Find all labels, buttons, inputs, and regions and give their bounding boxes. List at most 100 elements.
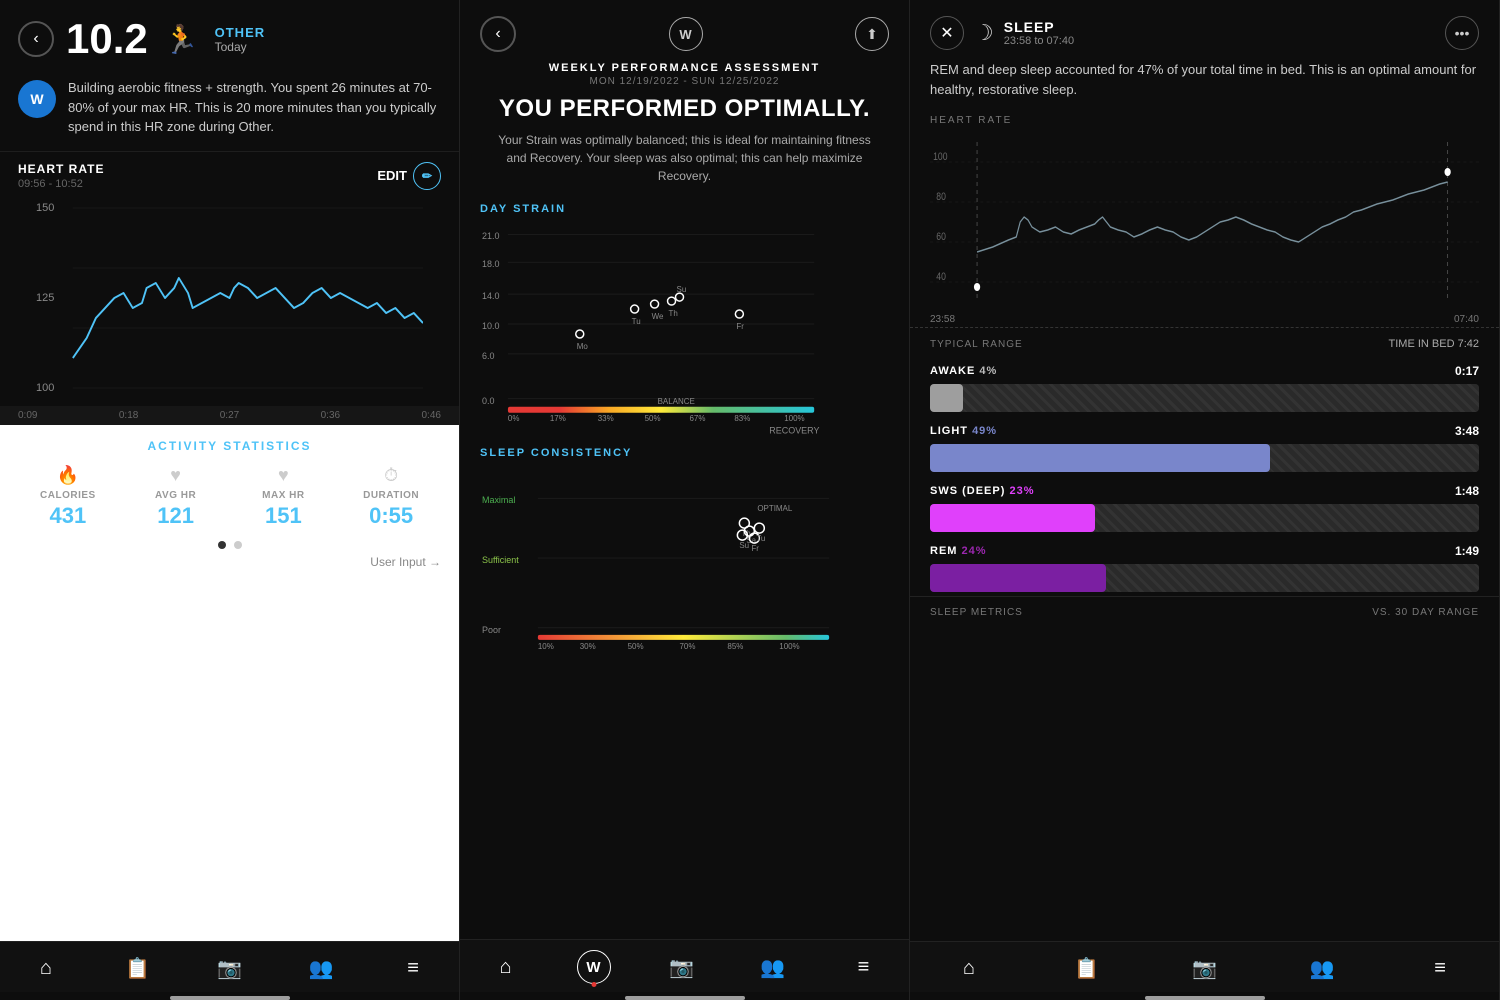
edit-button[interactable]: EDIT ✏ bbox=[377, 162, 441, 190]
activity-info: OTHER Today bbox=[215, 25, 266, 54]
time-in-bed-value: 7:42 bbox=[1458, 338, 1479, 350]
svg-text:14.0: 14.0 bbox=[482, 291, 499, 301]
awake-duration: 0:17 bbox=[1455, 364, 1479, 378]
svg-text:Tu: Tu bbox=[756, 534, 765, 543]
light-bar-hatched bbox=[1270, 444, 1479, 472]
sleep-consistency-label: SLEEP CONSISTENCY bbox=[460, 439, 909, 463]
user-input[interactable]: User Input → bbox=[18, 555, 441, 569]
svg-text:33%: 33% bbox=[598, 414, 614, 423]
max-hr-icon: ♥ bbox=[234, 465, 334, 486]
home-indicator-1 bbox=[170, 996, 290, 1000]
carousel-dots bbox=[18, 541, 441, 549]
weekly-date: MON 12/19/2022 - SUN 12/25/2022 bbox=[480, 76, 889, 87]
duration-label: DURATION bbox=[341, 490, 441, 501]
svg-text:50%: 50% bbox=[628, 642, 644, 651]
svg-text:30%: 30% bbox=[580, 642, 596, 651]
duration-icon: ⏱ bbox=[341, 465, 441, 486]
calories-stat: 🔥 CALORIES 431 bbox=[18, 465, 118, 529]
time-3: 0:36 bbox=[321, 410, 340, 421]
svg-text:Sufficient: Sufficient bbox=[482, 555, 519, 565]
share-button[interactable]: ⬆ bbox=[855, 17, 889, 51]
bottom-nav-1: ⌂ 📋 📷 👥 ≡ bbox=[0, 941, 459, 992]
nav-menu-3[interactable]: ≡ bbox=[1420, 952, 1460, 984]
weekly-desc: Your Strain was optimally balanced; this… bbox=[480, 131, 889, 185]
sleep-hr-chart: 100 80 60 40 bbox=[930, 132, 1479, 312]
svg-text:Fr: Fr bbox=[751, 544, 759, 553]
nav-clipboard-1[interactable]: 📋 bbox=[118, 952, 158, 984]
sleep-title: SLEEP bbox=[1004, 19, 1435, 35]
nav-home-2[interactable]: ⌂ bbox=[486, 951, 526, 983]
close-button[interactable]: ✕ bbox=[930, 16, 964, 50]
home-indicator-2 bbox=[625, 996, 745, 1000]
sleep-time: 23:58 to 07:40 bbox=[1004, 35, 1435, 47]
nav-people-1[interactable]: 👥 bbox=[301, 952, 341, 984]
sleep-metrics-header: SLEEP METRICS VS. 30 DAY RANGE bbox=[910, 596, 1499, 622]
sleep-consistency-chart: Maximal Sufficient Poor 10% 30% 50% bbox=[460, 463, 909, 683]
light-stage: LIGHT 49% 3:48 bbox=[910, 416, 1499, 476]
nav-home-3[interactable]: ⌂ bbox=[949, 952, 989, 984]
awake-bar-hatched bbox=[963, 384, 1479, 412]
nav-menu-2[interactable]: ≡ bbox=[844, 951, 884, 983]
sws-pct: 23% bbox=[1009, 485, 1034, 497]
awake-pct: 4% bbox=[979, 365, 997, 377]
panel1-header: ‹ 10.2 🏃 OTHER Today bbox=[0, 0, 459, 70]
activity-stats: ACTIVITY STATISTICS 🔥 CALORIES 431 ♥ AVG… bbox=[0, 425, 459, 942]
svg-text:21.0: 21.0 bbox=[482, 231, 499, 241]
nav-camera-2[interactable]: 📷 bbox=[662, 951, 702, 983]
weekly-headline: YOU PERFORMED OPTIMALLY. bbox=[480, 95, 889, 123]
stats-grid: 🔥 CALORIES 431 ♥ AVG HR 121 ♥ MAX HR 151… bbox=[18, 465, 441, 529]
panel2-bottom: ⌂ W 📷 👥 ≡ bbox=[460, 939, 909, 1000]
time-1: 0:18 bbox=[119, 410, 138, 421]
avatar: W bbox=[18, 80, 56, 118]
edit-label: EDIT bbox=[377, 168, 407, 183]
sleep-scroll-area[interactable]: REM and deep sleep accounted for 47% of … bbox=[910, 60, 1499, 941]
nav-camera-1[interactable]: 📷 bbox=[209, 952, 249, 984]
nav-people-3[interactable]: 👥 bbox=[1302, 952, 1342, 984]
nav-whoop-2[interactable]: W bbox=[577, 950, 611, 984]
nav-people-2[interactable]: 👥 bbox=[753, 951, 793, 983]
back-button-2[interactable]: ‹ bbox=[480, 16, 516, 52]
avg-hr-value: 121 bbox=[126, 503, 226, 529]
panel2-header: ‹ W ⬆ bbox=[460, 0, 909, 62]
sleep-chart-svg: Maximal Sufficient Poor 10% 30% 50% bbox=[480, 463, 889, 683]
more-button[interactable]: ••• bbox=[1445, 16, 1479, 50]
activity-type: OTHER bbox=[215, 25, 266, 40]
home-indicator-3 bbox=[1145, 996, 1265, 1000]
svg-text:We: We bbox=[652, 312, 664, 321]
weekly-title-section: WEEKLY PERFORMANCE ASSESSMENT MON 12/19/… bbox=[460, 62, 909, 195]
max-hr-label: MAX HR bbox=[234, 490, 334, 501]
svg-text:17%: 17% bbox=[550, 414, 566, 423]
chart-start-time: 23:58 bbox=[930, 314, 955, 325]
svg-text:40: 40 bbox=[936, 271, 946, 283]
sws-bar-fill bbox=[930, 504, 1095, 532]
svg-text:Tu: Tu bbox=[632, 317, 641, 326]
stats-title: ACTIVITY STATISTICS bbox=[18, 439, 441, 453]
sws-duration: 1:48 bbox=[1455, 484, 1479, 498]
nav-clipboard-3[interactable]: 📋 bbox=[1067, 952, 1107, 984]
rem-bar-hatched bbox=[1106, 564, 1479, 592]
awake-stage: AWAKE 4% 0:17 bbox=[910, 356, 1499, 416]
nav-menu-1[interactable]: ≡ bbox=[393, 952, 433, 984]
sws-stage: SWS (DEEP) 23% 1:48 bbox=[910, 476, 1499, 536]
time-0: 0:09 bbox=[18, 410, 37, 421]
nav-camera-3[interactable]: 📷 bbox=[1184, 952, 1224, 984]
sws-bar-hatched bbox=[1095, 504, 1479, 532]
max-hr-value: 151 bbox=[234, 503, 334, 529]
calories-value: 431 bbox=[18, 503, 118, 529]
svg-text:BALANCE: BALANCE bbox=[658, 397, 695, 406]
hr-time: 09:56 - 10:52 bbox=[18, 178, 104, 190]
light-pct: 49% bbox=[972, 425, 997, 437]
light-duration: 3:48 bbox=[1455, 424, 1479, 438]
nav-home-1[interactable]: ⌂ bbox=[26, 952, 66, 984]
bottom-nav-2: ⌂ W 📷 👥 ≡ bbox=[460, 939, 909, 992]
svg-text:Maximal: Maximal bbox=[482, 495, 515, 505]
description-text: Building aerobic fitness + strength. You… bbox=[68, 78, 441, 137]
activity-score: 10.2 bbox=[66, 18, 148, 60]
hr-chart-svg bbox=[36, 198, 423, 398]
sleep-metrics-label: SLEEP METRICS bbox=[930, 607, 1023, 618]
svg-text:100%: 100% bbox=[779, 642, 799, 651]
nav-dot-2 bbox=[591, 982, 596, 987]
calories-label: CALORIES bbox=[18, 490, 118, 501]
back-button[interactable]: ‹ bbox=[18, 21, 54, 57]
time-in-bed-label: TIME IN BED bbox=[1389, 338, 1458, 350]
